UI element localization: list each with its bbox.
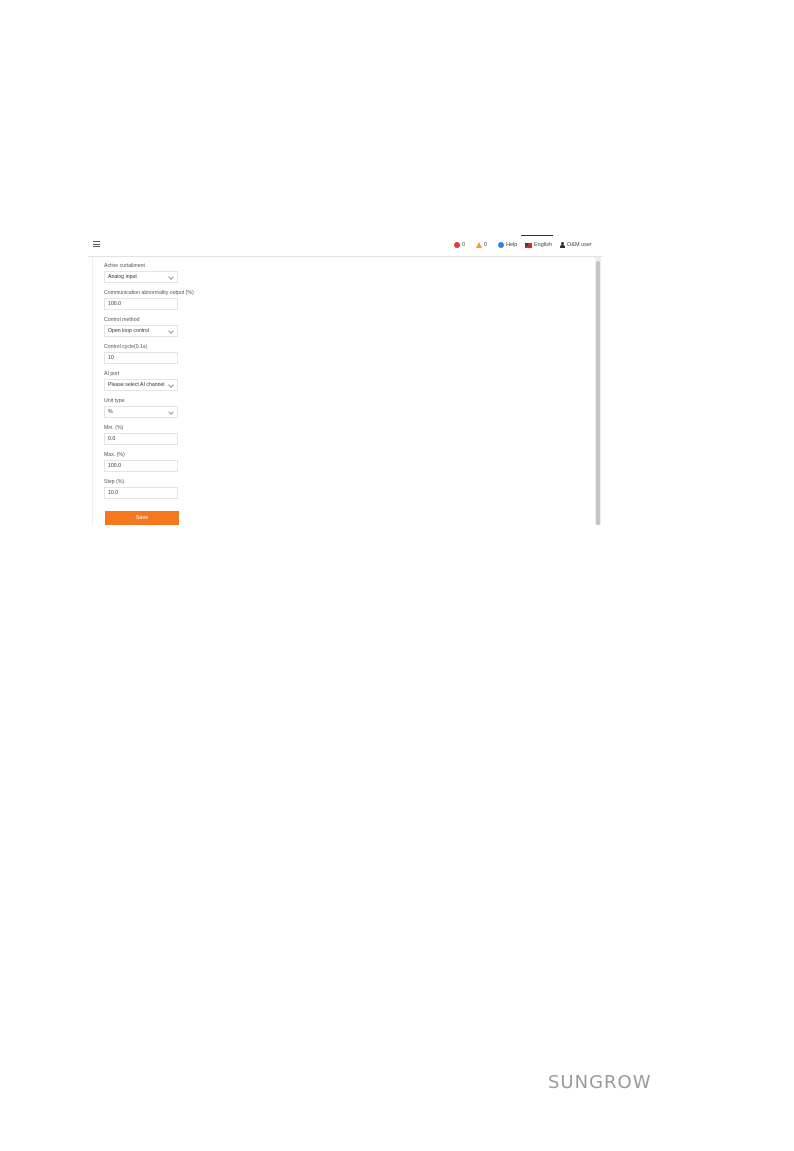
field-label: Max. (%): [104, 452, 125, 458]
field-active-curtailment: Active curtailment Analog input: [104, 263, 178, 283]
help-label: Help: [506, 242, 518, 248]
settings-panel: Active curtailment Analog input Communic…: [88, 257, 603, 525]
save-button[interactable]: Save: [105, 511, 179, 525]
user-label: O&M user: [567, 242, 592, 248]
unit-type-select[interactable]: %: [104, 406, 178, 418]
input-value: 100.0: [108, 463, 121, 469]
fault-count: 0: [462, 242, 466, 248]
control-cycle-input[interactable]: 10: [104, 352, 178, 364]
sungrow-logo: SUNGROW: [548, 1072, 652, 1093]
select-value: Analog input: [108, 274, 137, 280]
language-label: English: [534, 242, 553, 248]
fault-indicator[interactable]: 0: [454, 242, 465, 248]
field-label: Unit type: [104, 398, 125, 404]
field-label: Step (%): [104, 479, 125, 485]
field-label: AI port: [104, 371, 120, 377]
max-input[interactable]: 100.0: [104, 460, 178, 472]
language-selector[interactable]: English: [525, 242, 552, 248]
field-control-method: Control method Open loop control: [104, 317, 178, 337]
user-icon: [560, 242, 565, 248]
field-min: Min. (%) 0.0: [104, 425, 178, 445]
ai-port-select[interactable]: Please select AI channel: [104, 379, 178, 391]
panel-divider: [92, 257, 93, 525]
user-menu[interactable]: O&M user: [560, 242, 592, 248]
help-icon: [498, 242, 504, 248]
chevron-down-icon: [168, 409, 174, 415]
scrollbar-thumb[interactable]: [596, 261, 600, 525]
field-ai-port: AI port Please select AI channel: [104, 371, 178, 391]
input-value: 0.0: [108, 436, 116, 442]
step-input[interactable]: 10.0: [104, 487, 178, 499]
input-value: 10: [108, 355, 114, 361]
input-value: 10.0: [108, 490, 119, 496]
alarm-count: 0: [484, 242, 488, 248]
top-bar: 0 0 Help English O&M user: [88, 234, 603, 257]
field-label: Control cycle(0.1s): [104, 344, 148, 350]
menu-icon[interactable]: [93, 241, 100, 247]
field-control-cycle: Control cycle(0.1s) 10: [104, 344, 178, 364]
help-link[interactable]: Help: [498, 242, 517, 248]
control-method-select[interactable]: Open loop control: [104, 325, 178, 337]
field-label: Min. (%): [104, 425, 124, 431]
select-value: %: [108, 409, 113, 415]
alarm-indicator[interactable]: 0: [476, 242, 487, 248]
active-curtailment-select[interactable]: Analog input: [104, 271, 178, 283]
min-input[interactable]: 0.0: [104, 433, 178, 445]
communication-abnormality-input[interactable]: 100.0: [104, 298, 178, 310]
flag-icon: [525, 242, 532, 248]
field-unit-type: Unit type %: [104, 398, 178, 418]
screenshot-frame: 0 0 Help English O&M user Active curtail…: [88, 234, 603, 525]
field-label: Active curtailment: [104, 263, 145, 269]
chevron-down-icon: [168, 328, 174, 334]
field-label: Control method: [104, 317, 140, 323]
select-value: Open loop control: [108, 328, 149, 334]
chevron-down-icon: [168, 382, 174, 388]
field-step: Step (%) 10.0: [104, 479, 178, 499]
input-value: 100.0: [108, 301, 121, 307]
field-label: Communication abnormality output (%): [104, 290, 194, 296]
field-max: Max. (%) 100.0: [104, 452, 178, 472]
field-communication-abnormality: Communication abnormality output (%) 100…: [104, 290, 194, 310]
language-underline: [521, 235, 553, 236]
alarm-icon: [476, 242, 482, 248]
select-value: Please select AI channel: [108, 382, 165, 388]
fault-icon: [454, 242, 460, 248]
chevron-down-icon: [168, 274, 174, 280]
